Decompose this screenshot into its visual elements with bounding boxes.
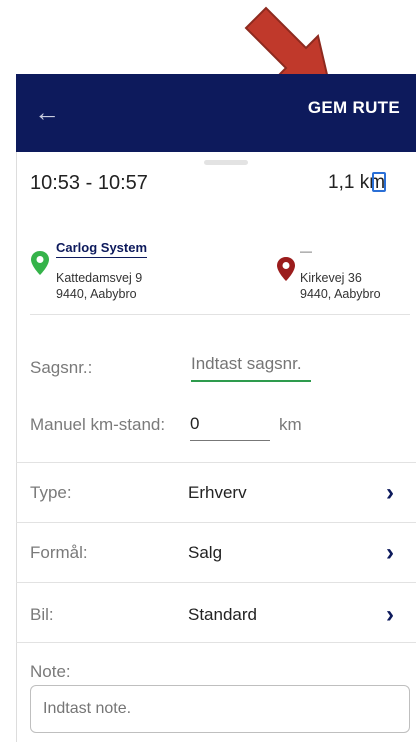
start-city: 9440, Aabybro — [56, 287, 137, 301]
note-label: Note: — [30, 662, 71, 681]
start-location-pin-icon — [31, 251, 49, 275]
manual-km-input[interactable] — [190, 412, 270, 441]
drag-handle[interactable] — [204, 160, 248, 165]
start-location-name[interactable]: Carlog System — [56, 240, 148, 258]
divider — [16, 582, 416, 583]
end-location-name: — — [300, 244, 312, 258]
end-city: 9440, Aabybro — [300, 287, 381, 301]
trip-time-range: 10:53 - 10:57 — [30, 172, 148, 194]
app-bar: ← GEM RUTE — [16, 74, 416, 152]
end-location-pin-icon — [277, 257, 295, 281]
chevron-right-icon[interactable]: › — [386, 479, 394, 507]
start-location-address: Kattedamsvej 9 9440, Aabybro — [56, 270, 142, 302]
end-location-address: Kirkevej 36 9440, Aabybro — [300, 270, 381, 302]
start-street: Kattedamsvej 9 — [56, 271, 143, 285]
type-value: Erhverv — [188, 483, 247, 502]
arrow-left-icon[interactable]: ← — [34, 94, 70, 130]
phone-icon — [372, 172, 386, 192]
chevron-right-icon[interactable]: › — [386, 601, 394, 629]
car-value: Standard — [188, 605, 257, 624]
divider — [30, 314, 410, 315]
car-label: Bil: — [30, 605, 54, 624]
divider — [16, 522, 416, 523]
case-number-input[interactable] — [191, 352, 311, 382]
note-input[interactable] — [30, 685, 410, 733]
manual-km-label: Manuel km-stand: — [30, 415, 166, 434]
divider — [16, 642, 416, 643]
purpose-label: Formål: — [30, 543, 88, 562]
km-unit-label: km — [279, 415, 302, 434]
divider — [16, 462, 416, 463]
save-route-button[interactable]: GEM RUTE — [308, 98, 400, 118]
type-label: Type: — [30, 483, 72, 502]
end-street: Kirkevej 36 — [300, 271, 362, 285]
case-number-label: Sagsnr.: — [30, 358, 93, 377]
purpose-value: Salg — [188, 543, 223, 562]
chevron-right-icon[interactable]: › — [386, 539, 394, 567]
